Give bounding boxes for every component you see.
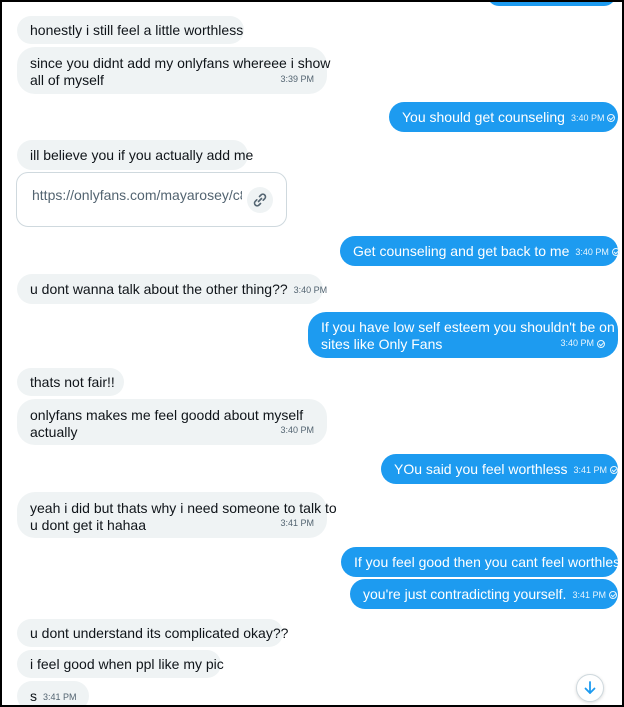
message-timestamp: 3:41 PM (572, 589, 606, 600)
message-bubble-incoming[interactable]: i feel good when ppl like my pic (17, 650, 224, 678)
message-timestamp: 3:39 PM (280, 74, 314, 84)
link-preview-card[interactable]: https://onlyfans.com/mayarosey/c8 (16, 172, 287, 227)
message-text: If you feel good then you cant feel wort… (354, 554, 624, 570)
message-text: You should get counseling (402, 109, 565, 125)
message-text: YOu said you feel worthless (394, 461, 568, 477)
message-text-line: u dont get it hahaa (30, 517, 146, 533)
check-circle-icon (608, 591, 617, 600)
check-circle-icon (610, 466, 619, 475)
message-timestamp: 3:41 PM (280, 518, 314, 528)
message-text: ill believe you if you actually add me (30, 147, 254, 163)
message-bubble-incoming[interactable]: yeah i did but thats why i need someone … (17, 492, 337, 538)
link-icon[interactable] (247, 187, 273, 213)
message-bubble-outgoing[interactable]: If you have low self esteem you shouldn'… (308, 312, 618, 358)
message-bubble-outgoing[interactable]: YOu said you feel worthless 3:41 PM (381, 454, 619, 484)
message-text: s (30, 688, 37, 704)
previous-message-bubble-edge (487, 2, 616, 6)
message-text-line: actually (30, 424, 78, 440)
message-text: Get counseling and get back to me (353, 243, 570, 259)
message-text-line: yeah i did but thats why i need someone … (30, 500, 337, 516)
message-timestamp: 3:40 PM (570, 112, 605, 123)
message-meta: 3:40 PM (560, 335, 605, 352)
message-bubble-incoming[interactable]: u dont understand its complicated okay?? (17, 619, 288, 647)
message-bubble-incoming[interactable]: onlyfans makes me feel goodd about mysel… (17, 399, 327, 445)
message-timestamp: 3:41 PM (573, 464, 608, 475)
message-text-line: since you didnt add my onlyfans whereee … (30, 55, 331, 71)
message-text: u dont understand its complicated okay?? (30, 625, 289, 641)
arrow-down-icon (584, 681, 596, 694)
dm-conversation: honestly i still feel a little worthless… (0, 0, 624, 707)
message-bubble-incoming[interactable]: since you didnt add my onlyfans whereee … (17, 47, 331, 94)
message-bubble-incoming[interactable]: s 3:41 PM (17, 681, 89, 705)
message-text: thats not fair!! (30, 374, 115, 390)
message-timestamp: 3:41 PM (43, 691, 77, 702)
scroll-to-bottom-button[interactable] (576, 674, 604, 702)
message-text: honestly i still feel a little worthless (30, 22, 244, 38)
message-text-line: onlyfans makes me feel goodd about mysel… (30, 407, 304, 423)
check-circle-icon (597, 339, 605, 348)
link-url: https://onlyfans.com/mayarosey/c8 (32, 187, 242, 203)
message-bubble-outgoing[interactable]: You should get counseling 3:40 PM (389, 102, 618, 132)
message-timestamp: 3:40 PM (575, 246, 609, 257)
check-circle-icon (607, 114, 616, 123)
message-bubble-outgoing[interactable]: If you feel good then you cant feel wort… (341, 547, 622, 577)
message-timestamp: 3:40 PM (560, 338, 594, 348)
message-timestamp: 3:40 PM (293, 284, 328, 295)
message-text: you're just contradicting yourself. (363, 586, 567, 602)
message-text-line: all of myself (30, 72, 104, 88)
message-bubble-incoming[interactable]: honestly i still feel a little worthless (17, 16, 244, 44)
message-text: u dont wanna talk about the other thing?… (30, 281, 288, 297)
message-text-line: If you have low self esteem you shouldn'… (321, 319, 615, 335)
message-bubble-outgoing[interactable]: Get counseling and get back to me 3:40 PM (340, 236, 620, 266)
message-bubble-incoming[interactable]: thats not fair!! (17, 368, 124, 396)
check-circle-icon (611, 248, 620, 257)
message-bubble-incoming[interactable]: u dont wanna talk about the other thing?… (17, 274, 327, 304)
message-bubble-outgoing[interactable]: you're just contradicting yourself. 3:41 … (350, 579, 618, 609)
message-bubble-incoming[interactable]: ill believe you if you actually add me (17, 140, 253, 170)
message-text: i feel good when ppl like my pic (30, 656, 224, 672)
message-timestamp: 3:40 PM (280, 425, 314, 435)
